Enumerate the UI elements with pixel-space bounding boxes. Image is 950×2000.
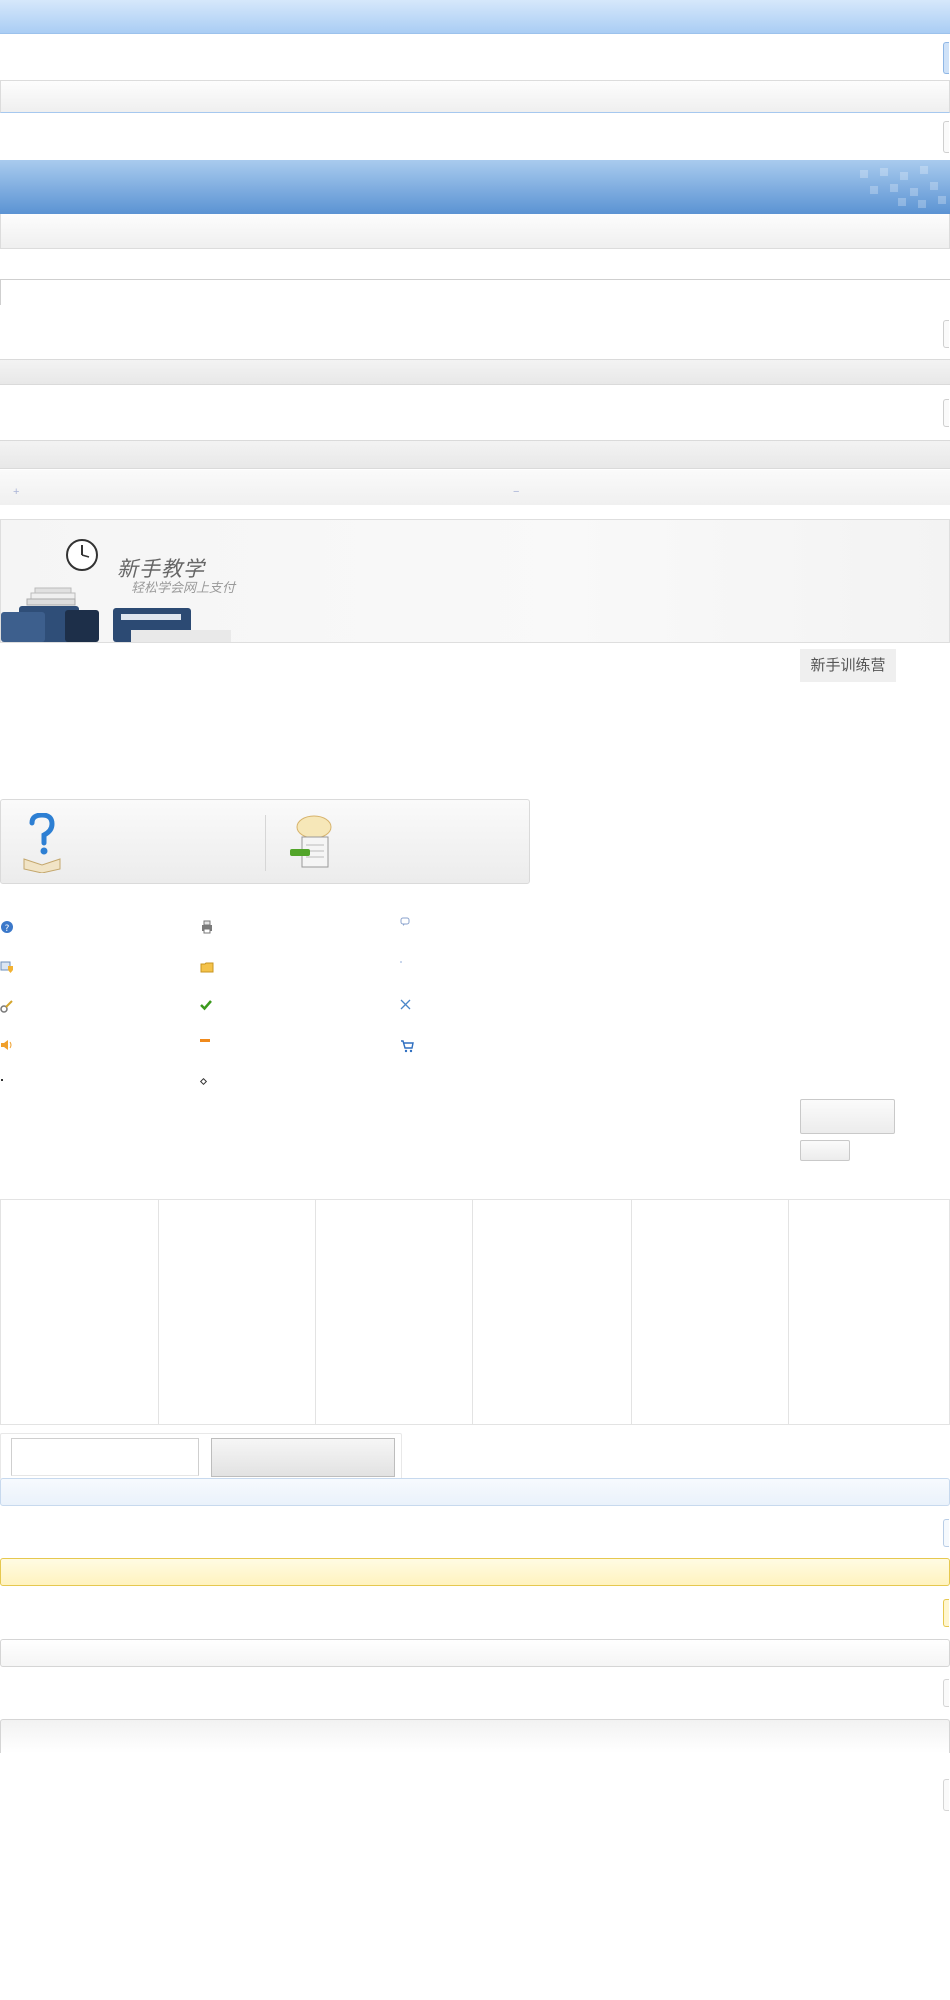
- yellow-notice-bar: [0, 1558, 950, 1586]
- minus-icon[interactable]: −: [513, 487, 519, 498]
- tab-inactive[interactable]: [11, 1438, 199, 1476]
- plus-icon[interactable]: +: [13, 487, 19, 498]
- diamond-bullet-icon: [199, 1077, 208, 1086]
- blank-button-small[interactable]: [800, 1140, 850, 1161]
- top-header-bar: [0, 0, 950, 34]
- bullet-icon: [1, 1079, 3, 1081]
- grey-header-bar: [0, 80, 950, 113]
- grid-divider: [315, 1200, 316, 1424]
- grey-flat-bar: [0, 359, 950, 385]
- outline-bar: [0, 1639, 950, 1667]
- edge-tab[interactable]: [943, 320, 949, 348]
- chat-bubble-icon[interactable]: [400, 917, 410, 927]
- cross-icon[interactable]: [400, 999, 411, 1010]
- key-wrench-icon[interactable]: [0, 999, 14, 1013]
- edge-tab[interactable]: [943, 399, 949, 427]
- tutorial-subtitle: 轻松学会网上支付: [131, 581, 236, 596]
- svg-text:?: ?: [5, 924, 10, 934]
- help-circle-icon[interactable]: ?: [0, 920, 14, 934]
- printer-icon[interactable]: [200, 920, 214, 934]
- question-book-icon[interactable]: [20, 813, 64, 873]
- speaker-icon[interactable]: [0, 1038, 14, 1052]
- edge-tab[interactable]: [943, 1519, 949, 1547]
- grid-divider: [472, 1200, 473, 1424]
- edge-tab[interactable]: [943, 121, 949, 153]
- grid-divider: [631, 1200, 632, 1424]
- help-divider: [265, 815, 266, 871]
- dot-icon: [400, 961, 402, 963]
- training-camp-button[interactable]: 新手训练营: [800, 649, 896, 682]
- pale-blue-bar: [0, 1478, 950, 1506]
- outline-strip: [0, 279, 950, 305]
- blue-banner: [0, 160, 950, 214]
- edge-tab[interactable]: [943, 1679, 949, 1707]
- clock-icon: [66, 539, 98, 571]
- edge-tab[interactable]: [943, 1599, 949, 1627]
- edge-tab[interactable]: [943, 1779, 949, 1811]
- minus-bar-icon: [200, 1039, 210, 1042]
- tab-active[interactable]: [211, 1438, 395, 1477]
- grid-divider: [788, 1200, 789, 1424]
- cart-icon[interactable]: [400, 1039, 414, 1053]
- speech-document-icon[interactable]: [286, 815, 336, 875]
- edge-tab[interactable]: [943, 42, 949, 74]
- grid-box: [0, 1199, 950, 1425]
- expand-collapse-row: [0, 470, 950, 505]
- shield-card-icon[interactable]: [0, 960, 14, 974]
- tutorial-banner[interactable]: 新手教学 轻松学会网上支付: [0, 519, 950, 643]
- checkmark-icon: [200, 1000, 212, 1011]
- grey-flat-bar: [0, 440, 950, 469]
- bottom-panel-header: [0, 1719, 950, 1753]
- banner-subbar: [0, 214, 950, 249]
- grid-divider: [158, 1200, 159, 1424]
- checker-pattern-icon: [860, 166, 946, 208]
- folder-icon[interactable]: [200, 960, 214, 974]
- blank-button-large[interactable]: [800, 1099, 895, 1134]
